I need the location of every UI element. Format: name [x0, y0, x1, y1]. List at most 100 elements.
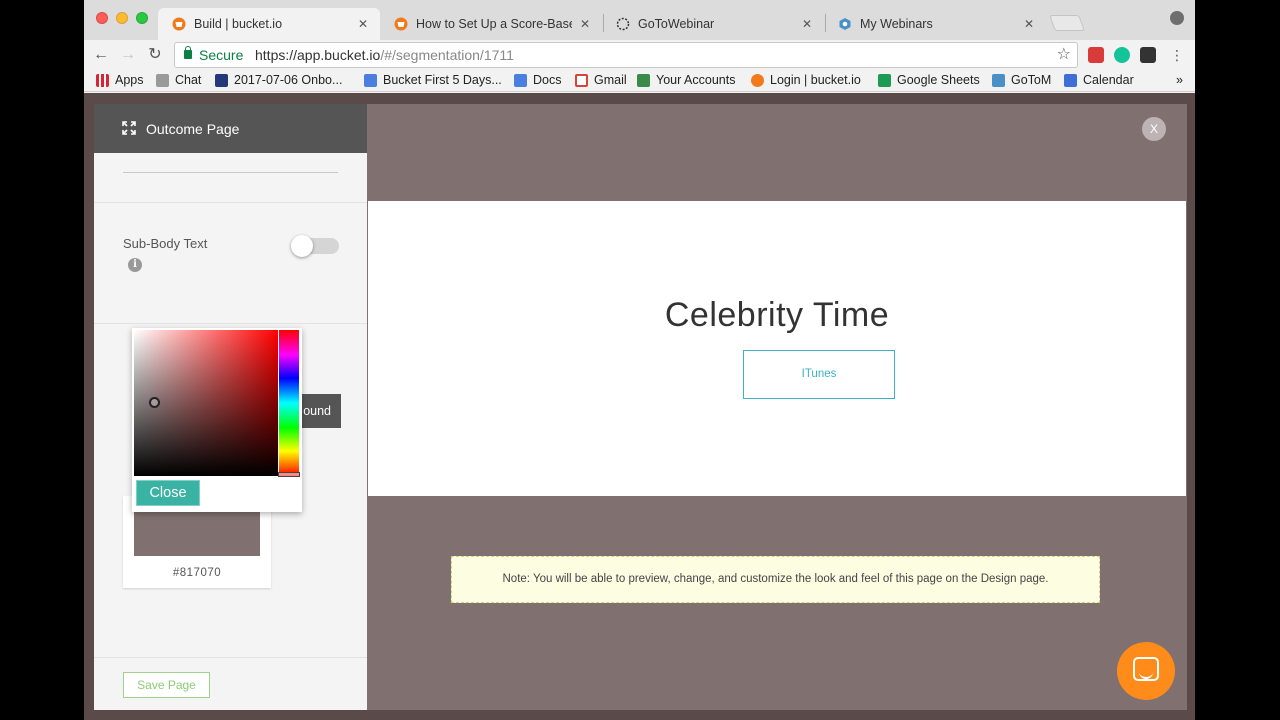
- url-input-underline[interactable]: [123, 172, 338, 173]
- saturation-value-area[interactable]: [134, 330, 278, 476]
- color-swatch[interactable]: [134, 506, 260, 556]
- close-preview-button[interactable]: X: [1142, 117, 1166, 141]
- color-hex-value: #817070: [172, 567, 222, 579]
- sheets-icon: [878, 73, 891, 87]
- bookmark-label: Calendar: [1083, 73, 1134, 87]
- tab-score-based[interactable]: How to Set Up a Score-Based ✕: [380, 8, 602, 40]
- reload-icon[interactable]: ↻: [144, 44, 166, 66]
- gotowebinar-favicon-icon: [616, 17, 630, 31]
- bookmark-apps[interactable]: Apps: [96, 73, 144, 87]
- tab-my-webinars[interactable]: My Webinars ✕: [824, 8, 1046, 40]
- new-tab-button[interactable]: [1049, 15, 1085, 31]
- bookmark-bucket-first-5[interactable]: Bucket First 5 Days...: [364, 73, 502, 87]
- chat-launcher-button[interactable]: [1117, 642, 1175, 700]
- bookmark-label: »: [1176, 73, 1183, 87]
- address-bar[interactable]: Secure https://app.bucket.io/#/segmentat…: [174, 42, 1078, 68]
- hue-slider-handle[interactable]: [278, 472, 300, 477]
- extension-badge-icon[interactable]: [1088, 47, 1104, 63]
- grammarly-icon[interactable]: [1114, 47, 1130, 63]
- bookmark-label: Google Sheets: [897, 73, 980, 87]
- bookmark-label: Apps: [115, 73, 144, 87]
- bookmark-label: Your Accounts: [656, 73, 736, 87]
- sidebar-header: Outcome Page: [94, 104, 367, 153]
- tab-close-icon[interactable]: ✕: [1022, 17, 1036, 31]
- sidebar-title: Outcome Page: [146, 121, 240, 137]
- tab-build-bucket[interactable]: Build | bucket.io ✕: [158, 8, 380, 40]
- bookmark-chat[interactable]: Chat: [156, 73, 201, 87]
- tab-close-icon[interactable]: ✕: [800, 17, 814, 31]
- bookmarks-overflow-button[interactable]: »: [1176, 73, 1183, 87]
- tab-title: How to Set Up a Score-Based: [416, 17, 572, 31]
- url-text: https://app.bucket.io/#/segmentation/171…: [255, 43, 514, 67]
- folder-icon: [156, 73, 169, 87]
- page-preview: X Celebrity Time ITunes Note: You will b…: [367, 104, 1187, 710]
- hue-slider[interactable]: [279, 330, 299, 476]
- accounts-icon: [637, 73, 650, 87]
- bookmark-gotom[interactable]: GoToM: [992, 73, 1051, 87]
- tab-strip: Build | bucket.io ✕ How to Set Up a Scor…: [84, 0, 1195, 40]
- bookmark-label: Login | bucket.io: [770, 73, 861, 87]
- menu-kebab-icon[interactable]: ⋮: [1166, 44, 1188, 66]
- bookmark-gmail[interactable]: Gmail: [575, 73, 627, 87]
- tab-close-icon[interactable]: ✕: [578, 17, 592, 31]
- color-cursor-handle[interactable]: [149, 397, 160, 408]
- itunes-button[interactable]: ITunes: [743, 350, 895, 399]
- bookmark-login-bucket[interactable]: Login | bucket.io: [751, 73, 861, 87]
- webinars-favicon-icon: [838, 17, 852, 31]
- outcome-heading: Celebrity Time: [664, 296, 890, 334]
- lock-icon: [184, 46, 192, 59]
- url-path: /#/segmentation/1711: [380, 47, 514, 63]
- info-icon[interactable]: i: [128, 258, 142, 272]
- sub-body-text-toggle[interactable]: [291, 235, 339, 257]
- browser-toolbar: ← → ↻ Secure https://app.bucket.io/#/seg…: [84, 40, 1195, 70]
- secure-label: Secure: [199, 47, 244, 63]
- picker-close-button[interactable]: Close: [136, 480, 200, 506]
- profile-icon[interactable]: [1170, 11, 1184, 25]
- color-picker-popup: Close: [132, 328, 302, 512]
- bookmark-label: 2017-07-06 Onbo...: [234, 73, 343, 87]
- back-icon[interactable]: ←: [90, 44, 112, 66]
- forward-icon[interactable]: →: [117, 44, 139, 66]
- bookmark-your-accounts[interactable]: Your Accounts: [637, 73, 735, 87]
- buffer-icon[interactable]: [1140, 47, 1156, 63]
- close-window-button[interactable]: [96, 12, 108, 24]
- save-page-button[interactable]: Save Page: [123, 672, 210, 698]
- minimize-window-button[interactable]: [116, 12, 128, 24]
- sub-body-text-label: Sub-Body Text: [123, 236, 208, 251]
- bucket-favicon-icon: [172, 17, 186, 31]
- bookmark-label: Gmail: [594, 73, 627, 87]
- design-page-note: Note: You will be able to preview, chang…: [451, 556, 1100, 603]
- bookmark-calendar[interactable]: Calendar: [1064, 73, 1134, 87]
- tab-title: My Webinars: [860, 17, 933, 31]
- outcome-sidebar: Outcome Page Sub-Body Text i ound #81707…: [94, 104, 367, 710]
- section-divider: [94, 323, 367, 324]
- bookmark-label: Docs: [533, 73, 562, 87]
- bookmark-google-sheets[interactable]: Google Sheets: [878, 73, 980, 87]
- maximize-window-button[interactable]: [136, 12, 148, 24]
- tab-close-icon[interactable]: ✕: [356, 17, 370, 31]
- bookmark-label: Chat: [175, 73, 202, 87]
- bucket-favicon-icon: [751, 73, 764, 87]
- calendar-icon: [1064, 73, 1077, 87]
- section-divider: [94, 657, 367, 658]
- toggle-knob: [291, 235, 313, 257]
- gmail-icon: [575, 73, 588, 87]
- bookmarks-bar: Apps Chat 2017-07-06 Onbo... Bucket Firs…: [84, 70, 1195, 92]
- bookmark-docs[interactable]: Docs: [514, 73, 561, 87]
- bucket-favicon-icon: [394, 17, 408, 31]
- webinars-favicon-icon: [992, 73, 1005, 87]
- apps-grid-icon: [96, 73, 109, 87]
- bookmark-star-icon[interactable]: ☆: [1057, 43, 1071, 67]
- bookmark-onboarding[interactable]: 2017-07-06 Onbo...: [215, 73, 342, 87]
- browser-window: Build | bucket.io ✕ How to Set Up a Scor…: [84, 0, 1195, 720]
- tab-title: GoToWebinar: [638, 17, 715, 31]
- expand-icon[interactable]: [122, 121, 136, 135]
- slides-icon: [364, 73, 377, 87]
- url-host: https://app.bucket.io: [255, 47, 381, 63]
- preview-content-panel: Celebrity Time ITunes: [368, 201, 1186, 496]
- docs-icon: [514, 73, 527, 87]
- chat-icon: [1133, 657, 1159, 681]
- section-divider: [94, 202, 367, 203]
- tab-gotowebinar[interactable]: GoToWebinar ✕: [602, 8, 824, 40]
- bookmark-label: Bucket First 5 Days...: [383, 73, 502, 87]
